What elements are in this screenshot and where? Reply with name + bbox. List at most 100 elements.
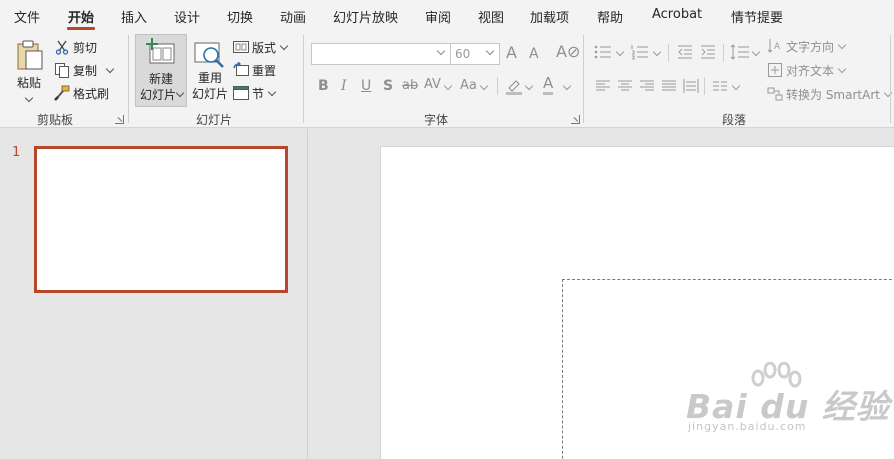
paste-button[interactable]: 粘贴 — [10, 37, 48, 105]
watermark-url: jingyan.baidu.com — [688, 420, 807, 433]
chevron-down-icon[interactable] — [479, 81, 489, 91]
bulleted-list-icon — [594, 45, 611, 59]
slide-thumbnail[interactable] — [34, 146, 288, 293]
highlight-color-button[interactable] — [505, 77, 523, 98]
tab-addins[interactable]: 加载项 — [530, 7, 569, 26]
align-text-label: 对齐文本 — [786, 63, 835, 78]
line-spacing-icon — [730, 44, 749, 60]
align-center-icon — [618, 80, 632, 91]
text-direction-button[interactable]: A 文字方向 — [767, 36, 847, 56]
align-left-button[interactable] — [595, 78, 611, 97]
chevron-down-icon[interactable] — [436, 46, 446, 56]
tab-transitions[interactable]: 切换 — [227, 7, 253, 26]
numbered-list-icon — [631, 45, 648, 60]
align-text-button[interactable]: 对齐文本 — [767, 60, 847, 80]
bullets-button[interactable] — [594, 44, 612, 63]
clear-formatting-icon[interactable]: A⊘ — [556, 44, 580, 60]
clipboard-dialog-launcher-icon[interactable] — [115, 115, 124, 124]
increase-indent-button[interactable] — [700, 44, 716, 63]
highlighter-icon — [506, 80, 522, 95]
chevron-down-icon[interactable] — [652, 47, 662, 57]
reset-label: 重置 — [252, 63, 277, 78]
tab-file[interactable]: 文件 — [14, 7, 40, 26]
tab-storyboard[interactable]: 情节提要 — [731, 7, 783, 26]
tab-insert[interactable]: 插入 — [121, 7, 147, 26]
tab-help[interactable]: 帮助 — [597, 7, 623, 26]
underline-button[interactable]: U — [361, 78, 371, 94]
distributed-button[interactable] — [683, 78, 699, 97]
strikethrough-button[interactable]: ab — [402, 78, 418, 94]
group-divider — [583, 35, 584, 123]
reset-button[interactable]: 重置 — [233, 60, 276, 80]
decrease-indent-button[interactable] — [677, 44, 693, 63]
chevron-down-icon[interactable] — [105, 64, 115, 73]
font-size-value: 60 — [455, 47, 471, 61]
tab-acrobat[interactable]: Acrobat — [652, 7, 702, 22]
align-center-button[interactable] — [617, 78, 633, 97]
tab-slideshow[interactable]: 幻灯片放映 — [333, 7, 398, 26]
align-right-button[interactable] — [639, 78, 655, 97]
numbering-button[interactable] — [631, 44, 649, 63]
section-button[interactable]: 节 — [233, 83, 277, 103]
text-direction-icon: A — [767, 38, 783, 54]
format-painter-label: 格式刷 — [73, 86, 110, 101]
convert-smartart-button[interactable]: 转换为 SmartArt — [767, 84, 893, 104]
font-size-combobox[interactable]: 60 — [450, 43, 500, 65]
grow-font-icon[interactable]: A — [506, 45, 517, 61]
svg-text:A: A — [774, 42, 781, 52]
tab-review[interactable]: 审阅 — [425, 7, 451, 26]
shrink-font-icon[interactable]: A — [529, 46, 539, 62]
align-right-icon — [640, 80, 654, 91]
format-painter-button[interactable]: 格式刷 — [54, 83, 109, 103]
tab-animations[interactable]: 动画 — [280, 7, 306, 26]
section-label: 节 — [252, 86, 265, 101]
tab-view[interactable]: 视图 — [478, 7, 504, 26]
divider — [704, 77, 705, 95]
chevron-down-icon[interactable] — [443, 81, 453, 91]
group-label-font: 字体 — [424, 113, 449, 127]
chevron-down-icon[interactable] — [485, 46, 495, 56]
decrease-indent-icon — [678, 45, 692, 59]
change-case-button[interactable]: Aa — [460, 78, 477, 94]
align-left-icon — [596, 80, 610, 91]
chevron-down-icon — [837, 64, 847, 73]
chevron-down-icon[interactable] — [524, 81, 534, 91]
group-divider — [303, 35, 304, 123]
copy-icon — [54, 62, 70, 78]
chevron-down-icon[interactable] — [615, 47, 625, 57]
columns-button[interactable] — [712, 78, 728, 97]
tab-design[interactable]: 设计 — [174, 7, 200, 26]
reuse-slides-icon — [194, 42, 224, 68]
new-slide-label-1: 新建 — [148, 72, 173, 86]
cut-button[interactable]: 剪切 — [54, 37, 97, 57]
chevron-down-icon[interactable] — [562, 81, 572, 91]
chevron-down-icon[interactable] — [751, 47, 761, 57]
slide-thumbnails-pane: 1 — [0, 129, 308, 459]
chevron-down-icon — [24, 93, 34, 103]
chevron-down-icon[interactable] — [731, 81, 741, 91]
slide-number: 1 — [12, 145, 21, 160]
layout-button[interactable]: 版式 — [233, 37, 289, 57]
copy-button[interactable]: 复制 — [54, 60, 115, 80]
paste-label: 粘贴 — [16, 76, 41, 90]
font-dialog-launcher-icon[interactable] — [571, 115, 580, 124]
distribute-icon — [683, 79, 699, 93]
character-spacing-button[interactable]: AV — [424, 77, 441, 93]
new-slide-button[interactable]: 新建 幻灯片 — [135, 34, 187, 107]
line-spacing-button[interactable] — [730, 44, 750, 63]
font-color-button[interactable]: A — [543, 75, 554, 95]
chevron-down-icon — [837, 40, 847, 49]
scissors-icon — [54, 39, 70, 55]
text-shadow-button[interactable]: S — [383, 78, 393, 94]
chevron-down-icon — [279, 41, 289, 50]
justify-button[interactable] — [661, 78, 677, 97]
tab-home[interactable]: 开始 — [66, 7, 96, 30]
ribbon-home: 粘贴 剪切 复制 格式刷 剪贴板 新建 幻灯片 重用 幻灯片 版式 重置 节 幻… — [0, 31, 894, 128]
smartart-icon — [767, 86, 783, 102]
italic-button[interactable]: I — [341, 78, 347, 94]
layout-icon — [233, 39, 249, 55]
reuse-slides-button[interactable]: 重用 幻灯片 — [190, 34, 230, 107]
group-label-slides: 幻灯片 — [196, 113, 233, 127]
bold-button[interactable]: B — [318, 78, 329, 94]
font-name-combobox[interactable] — [311, 43, 451, 65]
